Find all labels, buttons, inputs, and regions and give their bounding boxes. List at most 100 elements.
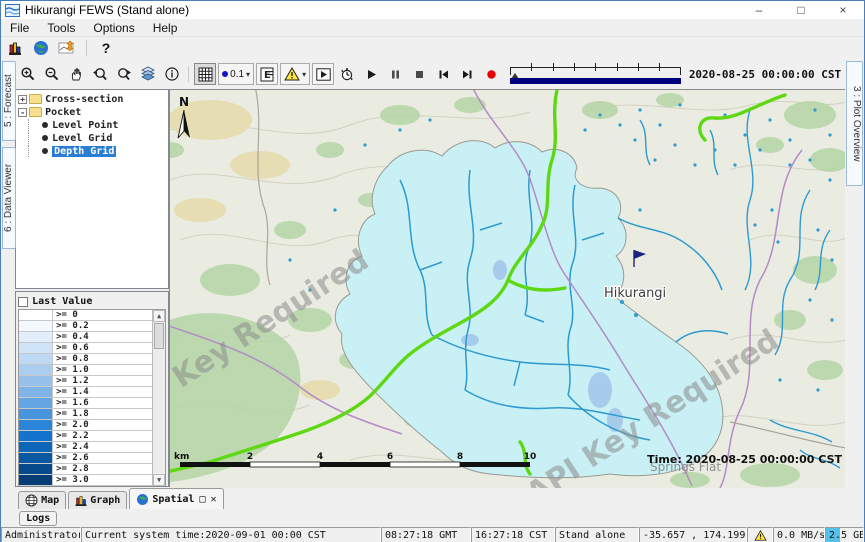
contour-interval-dropdown[interactable]: 0.1 ▾ <box>218 63 254 85</box>
legend-row: >= 1.8 <box>19 409 152 420</box>
tab-maximize-icon[interactable]: □ <box>199 494 205 505</box>
menu-options[interactable]: Options <box>84 19 143 36</box>
database-display-icon[interactable] <box>5 39 25 57</box>
stop-button[interactable] <box>408 63 430 85</box>
zoom-in-button[interactable] <box>17 63 39 85</box>
tab-data-viewer[interactable]: 6 : Data Viewer <box>2 147 16 249</box>
tree-node-label: Level Grid <box>52 133 112 144</box>
warnings-dropdown[interactable]: ▾ <box>280 63 310 85</box>
info-button[interactable] <box>161 63 183 85</box>
stop-icon <box>413 68 426 81</box>
tab-forecast[interactable]: 5 : Forecast <box>2 61 16 141</box>
tab-spatial-label: Spatial <box>152 494 194 505</box>
legend-swatch <box>19 387 53 397</box>
tree-node-level-grid[interactable]: Level Grid <box>18 132 168 144</box>
grid-display-button[interactable] <box>194 63 216 85</box>
legend-swatch <box>19 453 53 463</box>
skip-to-start-button[interactable] <box>432 63 454 85</box>
tree-node-level-point[interactable]: Level Point <box>18 119 168 131</box>
warning-icon <box>754 530 767 541</box>
svg-text:km: km <box>174 452 189 462</box>
pause-button[interactable] <box>384 63 406 85</box>
scroll-up-icon[interactable]: ▲ <box>153 310 165 322</box>
folder-icon <box>29 107 42 117</box>
map-time-label: Time: 2020-08-25 00:00:00 CST <box>647 453 842 466</box>
left-tab-strip: 5 : Forecast 6 : Data Viewer <box>1 59 15 527</box>
maximize-button[interactable]: □ <box>780 1 822 19</box>
pan-button[interactable] <box>65 63 87 85</box>
legend-swatch <box>19 343 53 353</box>
menu-help[interactable]: Help <box>144 19 187 36</box>
map-view[interactable]: API Key Required API Key Required Hikura… <box>169 89 845 487</box>
legend-row: >= 2.4 <box>19 442 152 453</box>
record-icon <box>485 68 498 81</box>
status-gmt-time: 08:27:18 GMT <box>381 527 471 542</box>
tree-node-depth-grid[interactable]: Depth Grid <box>18 145 168 157</box>
title-bar: Hikurangi FEWS (Stand alone) – □ × <box>1 1 864 19</box>
map-canvas[interactable]: API Key Required API Key Required Hikura… <box>170 90 846 488</box>
timer-settings-button[interactable] <box>336 63 358 85</box>
info-icon <box>164 66 180 82</box>
current-timestep: 2020-08-25 00:00:00 CST <box>689 68 843 81</box>
legend-row: >= 0.4 <box>19 332 152 343</box>
app-logo-icon <box>5 4 20 17</box>
legend-row: >= 0.2 <box>19 321 152 332</box>
status-warning-cell[interactable] <box>747 527 773 542</box>
minimize-button[interactable]: – <box>738 1 780 19</box>
globe-icon <box>136 493 149 506</box>
time-slider[interactable] <box>510 63 681 85</box>
status-system-time: Current system time:2020-09-01 00:00 CST <box>81 527 381 542</box>
legend-list: >= 0 >= 0.2 >= 0.4 >= 0.6 >= 0.8 >= 1.0 … <box>18 309 166 487</box>
last-value-checkbox[interactable] <box>18 297 28 307</box>
status-download-rate: 0.0 MB/s <box>773 527 825 542</box>
tab-graph-label: Graph <box>90 495 120 506</box>
svg-text:N: N <box>179 95 189 109</box>
scroll-thumb[interactable] <box>154 323 164 349</box>
zoom-out-button[interactable] <box>41 63 63 85</box>
longitudinal-profile-icon[interactable] <box>57 39 77 57</box>
tab-graph[interactable]: Graph <box>68 491 127 509</box>
menu-tools[interactable]: Tools <box>38 19 84 36</box>
legend-swatch <box>19 442 53 452</box>
tab-close-icon[interactable]: ✕ <box>211 494 217 505</box>
right-tab-strip: 3 : Plot Overview <box>845 59 864 527</box>
pause-icon <box>389 68 402 81</box>
zoom-previous-icon <box>92 66 108 82</box>
folder-icon <box>29 94 42 104</box>
help-button[interactable]: ? <box>96 39 116 57</box>
skip-to-end-button[interactable] <box>456 63 478 85</box>
tab-plot-overview[interactable]: 3 : Plot Overview <box>846 61 863 186</box>
tree-node-label: Level Point <box>52 120 118 131</box>
close-button[interactable]: × <box>822 1 864 19</box>
legend-row: >= 2.6 <box>19 453 152 464</box>
play-button[interactable] <box>360 63 382 85</box>
status-bar: Administrator Current system time:2020-0… <box>1 527 864 542</box>
tree-node-cross-section[interactable]: + Cross-section <box>18 93 168 105</box>
expand-icon[interactable]: + <box>18 95 27 104</box>
legend-swatch <box>19 398 53 408</box>
skip-end-icon <box>461 68 474 81</box>
main-toolbar: ? <box>1 37 864 59</box>
tree-node-label: Pocket <box>45 107 81 118</box>
zoom-next-button[interactable] <box>113 63 135 85</box>
legend-row: >= 1.6 <box>19 398 152 409</box>
labels-toggle-button[interactable]: E <box>256 63 278 85</box>
svg-text:2: 2 <box>247 452 253 462</box>
zoom-previous-button[interactable] <box>89 63 111 85</box>
layers-tree: + Cross-section - Pocket Level Point <box>15 89 169 289</box>
logs-button[interactable]: Logs <box>19 511 57 526</box>
menu-file[interactable]: File <box>1 19 38 36</box>
map-display-icon[interactable] <box>31 39 51 57</box>
town-label: Hikurangi <box>604 286 666 301</box>
tab-map[interactable]: Map <box>18 491 66 509</box>
svg-text:8: 8 <box>457 452 463 462</box>
collapse-icon[interactable]: - <box>18 108 27 117</box>
animation-button[interactable] <box>312 63 334 85</box>
scroll-down-icon[interactable]: ▼ <box>153 474 165 486</box>
tab-spatial[interactable]: Spatial □ ✕ <box>129 488 223 509</box>
tree-node-pocket[interactable]: - Pocket <box>18 106 168 118</box>
layers-button[interactable] <box>137 63 159 85</box>
legend-scrollbar[interactable]: ▲ ▼ <box>152 310 165 486</box>
record-button[interactable] <box>480 63 502 85</box>
toolbar-separator <box>188 66 189 82</box>
